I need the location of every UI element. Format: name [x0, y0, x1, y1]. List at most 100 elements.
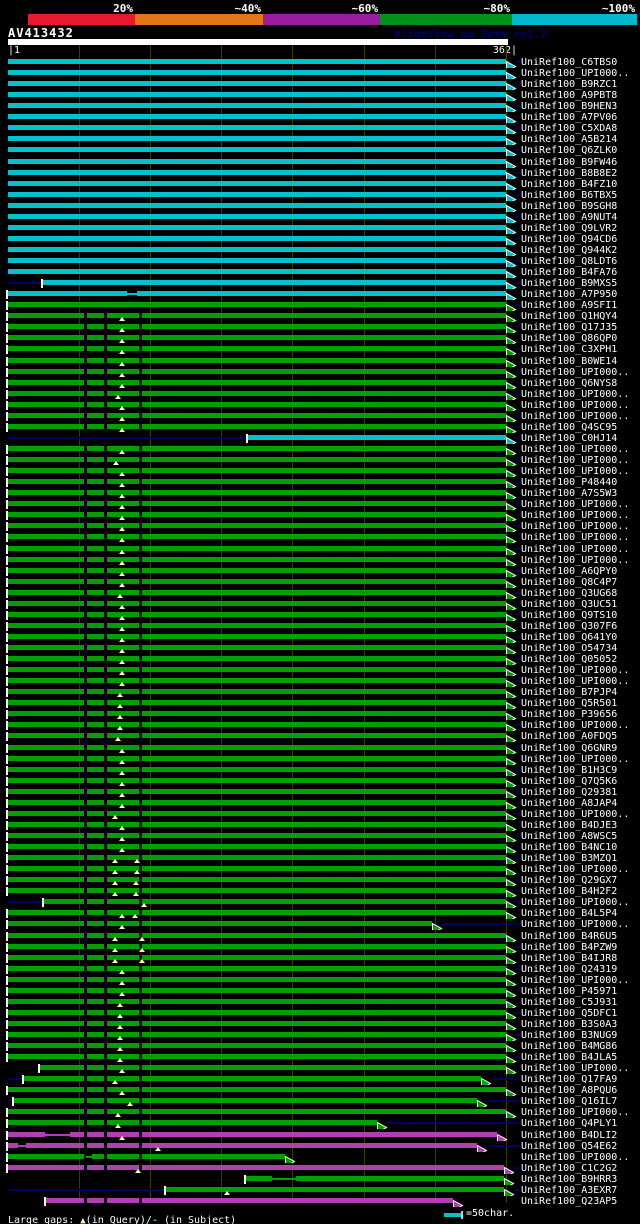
hit-label[interactable]: UniRef100_Q54E62: [521, 1141, 639, 1152]
alignment-row[interactable]: UniRef100_B4R6U5: [0, 931, 640, 942]
alignment-row[interactable]: UniRef100_Q307F6: [0, 621, 640, 632]
hit-label[interactable]: UniRef100_B3NUG9: [521, 1030, 639, 1041]
alignment-row[interactable]: UniRef100_B6TBX5: [0, 190, 640, 201]
hit-label[interactable]: UniRef100_A8PQU6: [521, 1085, 639, 1096]
alignment-row[interactable]: UniRef100_UPI000..: [0, 466, 640, 477]
hit-label[interactable]: UniRef100_Q05052: [521, 654, 639, 665]
alignment-row[interactable]: UniRef100_C5XDA8: [0, 123, 640, 134]
alignment-row[interactable]: UniRef100_A0FDQ5: [0, 731, 640, 742]
hit-label[interactable]: UniRef100_A0FDQ5: [521, 731, 639, 742]
hit-label[interactable]: UniRef100_Q16IL7: [521, 1096, 639, 1107]
hit-label[interactable]: UniRef100_B4DLI2: [521, 1130, 639, 1141]
hit-label[interactable]: UniRef100_B9FW46: [521, 157, 639, 168]
hit-label[interactable]: UniRef100_UPI000..: [521, 532, 639, 543]
alignment-row[interactable]: UniRef100_C5J931: [0, 997, 640, 1008]
hit-label[interactable]: UniRef100_Q94CD6: [521, 234, 639, 245]
alignment-row[interactable]: UniRef100_B4FZ10: [0, 179, 640, 190]
alignment-row[interactable]: UniRef100_B4H2F2: [0, 886, 640, 897]
alignment-row[interactable]: UniRef100_Q23AP5: [0, 1196, 640, 1207]
alignment-row[interactable]: UniRef100_UPI000..: [0, 444, 640, 455]
alignment-row[interactable]: UniRef100_B9MXS5: [0, 278, 640, 289]
alignment-row[interactable]: UniRef100_P45971: [0, 986, 640, 997]
hit-label[interactable]: UniRef100_Q9TS10: [521, 610, 639, 621]
hit-label[interactable]: UniRef100_UPI000..: [521, 897, 639, 908]
alignment-row[interactable]: UniRef100_UPI000..: [0, 754, 640, 765]
alignment-row[interactable]: UniRef100_UPI000..: [0, 975, 640, 986]
hit-label[interactable]: UniRef100_Q641Y0: [521, 632, 639, 643]
alignment-row[interactable]: UniRef100_Q94CD6: [0, 234, 640, 245]
alignment-row[interactable]: UniRef100_B4DJE3: [0, 820, 640, 831]
hit-label[interactable]: UniRef100_B9HRR3: [521, 1174, 639, 1185]
hit-label[interactable]: UniRef100_Q8LDT6: [521, 256, 639, 267]
alignment-row[interactable]: UniRef100_Q05052: [0, 654, 640, 665]
alignment-row[interactable]: UniRef100_C6TBS0: [0, 57, 640, 68]
hit-label[interactable]: UniRef100_UPI000..: [521, 1107, 639, 1118]
hit-label[interactable]: UniRef100_B4NC10: [521, 842, 639, 853]
alignment-row[interactable]: UniRef100_B9HEN3: [0, 101, 640, 112]
hit-label[interactable]: UniRef100_Q7Q5K6: [521, 776, 639, 787]
hit-label[interactable]: UniRef100_Q5R501: [521, 698, 639, 709]
alignment-row[interactable]: UniRef100_Q4SC95: [0, 422, 640, 433]
alignment-row[interactable]: UniRef100_Q8LDT6: [0, 256, 640, 267]
alignment-row[interactable]: UniRef100_Q9TS10: [0, 610, 640, 621]
hit-label[interactable]: UniRef100_Q24319: [521, 964, 639, 975]
hit-label[interactable]: UniRef100_A3EXR7: [521, 1185, 639, 1196]
alignment-row[interactable]: UniRef100_Q24319: [0, 964, 640, 975]
alignment-row[interactable]: UniRef100_A9NUT4: [0, 212, 640, 223]
alignment-row[interactable]: UniRef100_A8JAP4: [0, 798, 640, 809]
alignment-row[interactable]: UniRef100_P39656: [0, 709, 640, 720]
hit-label[interactable]: UniRef100_Q8C4P7: [521, 577, 639, 588]
alignment-row[interactable]: UniRef100_B3S0A3: [0, 1019, 640, 1030]
alignment-row[interactable]: UniRef100_UPI000..: [0, 1152, 640, 1163]
hit-label[interactable]: UniRef100_C6TBS0: [521, 57, 639, 68]
hit-label[interactable]: UniRef100_A5B214: [521, 134, 639, 145]
hit-label[interactable]: UniRef100_B4PZW9: [521, 942, 639, 953]
hit-label[interactable]: UniRef100_Q6ZLK0: [521, 145, 639, 156]
alignment-row[interactable]: UniRef100_A7P950: [0, 289, 640, 300]
hit-label[interactable]: UniRef100_B4H2F2: [521, 886, 639, 897]
hit-label[interactable]: UniRef100_B3S0A3: [521, 1019, 639, 1030]
hit-label[interactable]: UniRef100_B1H3C9: [521, 765, 639, 776]
alignment-row[interactable]: UniRef100_A5B214: [0, 134, 640, 145]
alignment-row[interactable]: UniRef100_Q17J35: [0, 322, 640, 333]
hit-label[interactable]: UniRef100_A7P950: [521, 289, 639, 300]
hit-label[interactable]: UniRef100_Q9LVR2: [521, 223, 639, 234]
alignment-row[interactable]: UniRef100_P48440: [0, 477, 640, 488]
hit-label[interactable]: UniRef100_B9RZC1: [521, 79, 639, 90]
hit-label[interactable]: UniRef100_UPI000..: [521, 864, 639, 875]
hit-label[interactable]: UniRef100_UPI000..: [521, 754, 639, 765]
hit-label[interactable]: UniRef100_Q4PLY1: [521, 1118, 639, 1129]
alignment-row[interactable]: UniRef100_B9SGH8: [0, 201, 640, 212]
hit-label[interactable]: UniRef100_B9SGH8: [521, 201, 639, 212]
alignment-row[interactable]: UniRef100_UPI000..: [0, 665, 640, 676]
hit-label[interactable]: UniRef100_Q29GX7: [521, 875, 639, 886]
alignment-row[interactable]: UniRef100_C1C2G2: [0, 1163, 640, 1174]
hit-label[interactable]: UniRef100_UPI000..: [521, 544, 639, 555]
alignment-row[interactable]: UniRef100_Q944K2: [0, 245, 640, 256]
alignment-row[interactable]: UniRef100_Q5DFC1: [0, 1008, 640, 1019]
hit-label[interactable]: UniRef100_Q17FA9: [521, 1074, 639, 1085]
hit-label[interactable]: UniRef100_Q6NYS8: [521, 378, 639, 389]
hit-label[interactable]: UniRef100_Q1HQY4: [521, 311, 639, 322]
alignment-row[interactable]: UniRef100_C0HJ14: [0, 433, 640, 444]
alignment-row[interactable]: UniRef100_Q16IL7: [0, 1096, 640, 1107]
alignment-row[interactable]: UniRef100_Q4PLY1: [0, 1118, 640, 1129]
alignment-row[interactable]: UniRef100_Q17FA9: [0, 1074, 640, 1085]
alignment-row[interactable]: UniRef100_B4NC10: [0, 842, 640, 853]
hit-label[interactable]: UniRef100_B4L5P4: [521, 908, 639, 919]
hit-label[interactable]: UniRef100_Q5DFC1: [521, 1008, 639, 1019]
hit-label[interactable]: UniRef100_UPI000..: [521, 521, 639, 532]
hit-label[interactable]: UniRef100_Q29381: [521, 787, 639, 798]
hit-label[interactable]: UniRef100_UPI000..: [521, 499, 639, 510]
alignment-row[interactable]: UniRef100_UPI000..: [0, 897, 640, 908]
hit-label[interactable]: UniRef100_B4JLA5: [521, 1052, 639, 1063]
alignment-row[interactable]: UniRef100_UPI000..: [0, 510, 640, 521]
hit-label[interactable]: UniRef100_UPI000..: [521, 1063, 639, 1074]
hit-label[interactable]: UniRef100_C1C2G2: [521, 1163, 639, 1174]
hit-label[interactable]: UniRef100_A7PV06: [521, 112, 639, 123]
alignment-row[interactable]: UniRef100_Q29381: [0, 787, 640, 798]
alignment-row[interactable]: UniRef100_O54734: [0, 643, 640, 654]
hit-label[interactable]: UniRef100_UPI000..: [521, 665, 639, 676]
hit-label[interactable]: UniRef100_Q307F6: [521, 621, 639, 632]
alignment-row[interactable]: UniRef100_UPI000..: [0, 809, 640, 820]
